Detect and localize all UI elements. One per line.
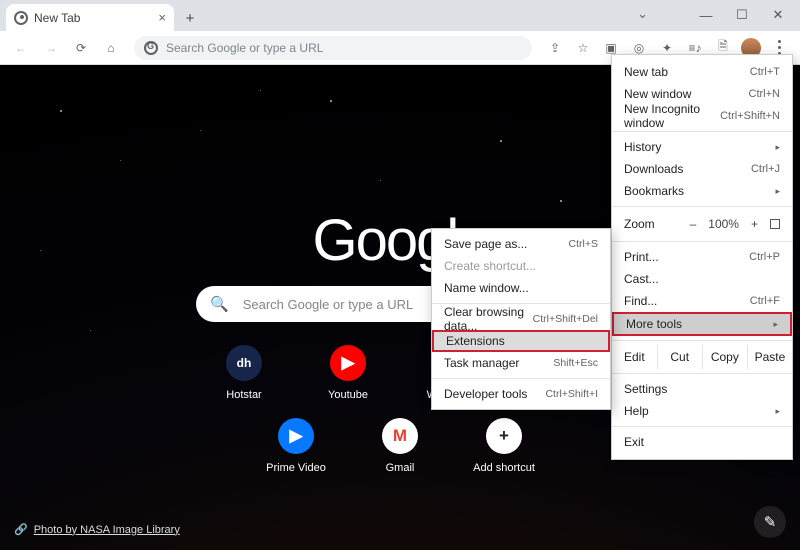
bookmark-star-icon[interactable]: ☆ — [570, 35, 596, 61]
submenu-task-manager[interactable]: Task managerShift+Esc — [432, 352, 610, 374]
play-icon: ▶ — [278, 418, 314, 454]
shortcut-youtube[interactable]: ▶ Youtube — [318, 345, 378, 401]
address-bar[interactable]: Search Google or type a URL — [134, 36, 532, 60]
wallpaper-attribution[interactable]: 🔗 Photo by NASA Image Library — [14, 523, 180, 536]
zoom-in-button[interactable]: + — [751, 217, 758, 231]
play-icon: ▶ — [330, 345, 366, 381]
back-button[interactable]: ← — [8, 35, 34, 61]
zoom-out-button[interactable]: – — [690, 217, 697, 231]
more-tools-submenu: Save page as...Ctrl+S Create shortcut...… — [431, 228, 611, 410]
shortcut-gmail[interactable]: M Gmail — [370, 418, 430, 474]
window-close-button[interactable]: ✕ — [760, 2, 796, 28]
menu-help[interactable]: Help▸ — [612, 400, 792, 422]
menu-paste[interactable]: Paste — [747, 345, 792, 369]
browser-tab[interactable]: New Tab × — [6, 4, 174, 31]
tab-favicon — [14, 11, 28, 25]
window-minimize-button[interactable]: — — [688, 2, 724, 28]
new-tab-button[interactable]: + — [182, 10, 198, 26]
forward-button[interactable]: → — [38, 35, 64, 61]
shortcut-hotstar[interactable]: dh Hotstar — [214, 345, 274, 401]
menu-downloads[interactable]: DownloadsCtrl+J — [612, 158, 792, 180]
searchbox-placeholder: Search Google or type a URL — [243, 297, 414, 312]
search-icon: 🔍 — [210, 295, 229, 313]
submenu-extensions[interactable]: Extensions — [432, 330, 610, 352]
shortcut-label: Add shortcut — [473, 462, 535, 474]
submenu-save-page-as[interactable]: Save page as...Ctrl+S — [432, 233, 610, 255]
shortcut-label: Hotstar — [226, 389, 261, 401]
menu-more-tools[interactable]: More tools▸ — [612, 312, 792, 336]
shortcut-primevideo[interactable]: ▶ Prime Video — [266, 418, 326, 474]
search-engine-icon — [144, 41, 158, 55]
kebab-dropdown-menu: New tabCtrl+T New windowCtrl+N New Incog… — [611, 54, 793, 460]
shortcut-icon: dh — [226, 345, 262, 381]
menu-exit[interactable]: Exit — [612, 431, 792, 453]
tab-title: New Tab — [34, 11, 80, 25]
tab-strip: New Tab × + ⌄ — ☐ ✕ — [0, 0, 800, 31]
submenu-create-shortcut[interactable]: Create shortcut... — [432, 255, 610, 277]
home-button[interactable]: ⌂ — [98, 35, 124, 61]
close-tab-icon[interactable]: × — [158, 10, 166, 25]
menu-new-incognito[interactable]: New Incognito windowCtrl+Shift+N — [612, 105, 792, 127]
menu-history[interactable]: History▸ — [612, 136, 792, 158]
menu-edit-label: Edit — [612, 350, 657, 364]
window-maximize-button[interactable]: ☐ — [724, 2, 760, 28]
menu-cut[interactable]: Cut — [657, 345, 702, 369]
add-shortcut-button[interactable]: + Add shortcut — [474, 418, 534, 474]
menu-new-tab[interactable]: New tabCtrl+T — [612, 61, 792, 83]
submenu-name-window[interactable]: Name window... — [432, 277, 610, 299]
omnibox-placeholder: Search Google or type a URL — [166, 41, 323, 55]
plus-icon: + — [486, 418, 522, 454]
share-icon[interactable]: ⇪ — [542, 35, 568, 61]
menu-zoom: Zoom – 100% + — [612, 211, 792, 237]
submenu-developer-tools[interactable]: Developer toolsCtrl+Shift+I — [432, 383, 610, 405]
menu-cast[interactable]: Cast... — [612, 268, 792, 290]
shortcut-label: Youtube — [328, 389, 368, 401]
menu-find[interactable]: Find...Ctrl+F — [612, 290, 792, 312]
reload-button[interactable]: ⟳ — [68, 35, 94, 61]
link-icon: 🔗 — [14, 523, 28, 536]
shortcut-label: Prime Video — [266, 462, 326, 474]
customize-pencil-button[interactable]: ✎ — [754, 506, 786, 538]
submenu-clear-browsing-data[interactable]: Clear browsing data...Ctrl+Shift+Del — [432, 308, 610, 330]
zoom-value: 100% — [708, 217, 739, 231]
menu-edit-row: Edit Cut Copy Paste — [612, 345, 792, 369]
shortcut-label: Gmail — [386, 462, 415, 474]
attribution-text: Photo by NASA Image Library — [34, 524, 180, 536]
menu-bookmarks[interactable]: Bookmarks▸ — [612, 180, 792, 202]
menu-copy[interactable]: Copy — [702, 345, 747, 369]
fullscreen-icon[interactable] — [770, 219, 780, 229]
chevron-down-icon[interactable]: ⌄ — [637, 6, 648, 22]
mail-icon: M — [382, 418, 418, 454]
menu-print[interactable]: Print...Ctrl+P — [612, 246, 792, 268]
menu-settings[interactable]: Settings — [612, 378, 792, 400]
ntp-shortcuts-row2: ▶ Prime Video M Gmail + Add shortcut — [266, 418, 534, 474]
